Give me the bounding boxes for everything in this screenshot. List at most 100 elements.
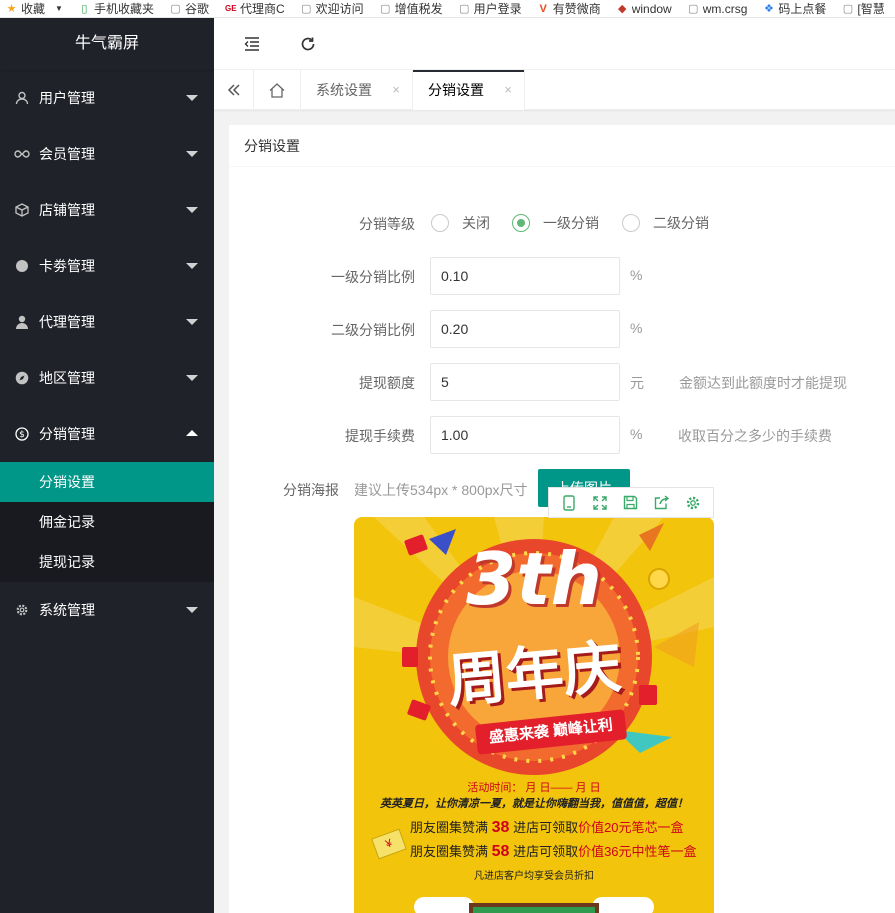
sidebar-item-system[interactable]: 系统管理 xyxy=(0,582,214,638)
chevron-down-icon xyxy=(186,263,198,269)
offer-number: 58 xyxy=(491,843,510,860)
settings-gear-icon[interactable] xyxy=(682,492,704,514)
page-icon: ▢ xyxy=(458,2,470,15)
radio-circle xyxy=(512,214,530,232)
bookmark-label: 代理商C xyxy=(239,2,285,16)
rate2-input[interactable]: 0.20 xyxy=(430,310,620,348)
bookmark-item[interactable]: ▢ 欢迎访问 xyxy=(295,0,374,17)
fee-input[interactable]: 1.00 xyxy=(430,416,620,454)
rate1-input[interactable]: 0.10 xyxy=(430,257,620,295)
tab-scroll-left-icon[interactable] xyxy=(214,70,254,110)
close-icon[interactable]: × xyxy=(504,70,512,110)
bookmark-item[interactable]: ▢ wm.crsg xyxy=(682,0,758,17)
fee-unit: % xyxy=(630,426,643,442)
bookmark-item[interactable]: ◆ window xyxy=(611,0,682,17)
save-icon[interactable] xyxy=(620,492,642,514)
radio-off[interactable]: 关闭 xyxy=(431,213,490,233)
app-logo[interactable]: 牛气霸屏 xyxy=(0,18,214,70)
dollar-icon: $ xyxy=(14,426,30,442)
bookmark-label: 欢迎访问 xyxy=(315,2,364,16)
phone-preview-icon[interactable] xyxy=(558,492,580,514)
phone-icon: ▯ xyxy=(81,2,88,15)
tab-system-settings[interactable]: 系统设置 × xyxy=(301,70,413,110)
fullscreen-icon[interactable] xyxy=(589,492,611,514)
bookmark-item[interactable]: ▢ 用户登录 xyxy=(453,0,532,17)
sidebar: 牛气霸屏 用户管理 会员管理 店铺管理 卡劵管理 代理管理 地区管理 $ 分销管… xyxy=(0,18,214,913)
withdraw-limit-hint: 金额达到此额度时才能提现 xyxy=(679,375,847,391)
star-icon: ★ xyxy=(6,2,17,15)
page-icon: ▢ xyxy=(842,2,854,15)
offer-text: 进店可领取 xyxy=(513,844,579,859)
compass-icon xyxy=(14,370,30,386)
page-icon: ▢ xyxy=(379,2,391,15)
chevron-down-icon xyxy=(186,319,198,325)
chevron-down-icon xyxy=(186,151,198,157)
card-title: 分销设置 xyxy=(229,125,895,167)
bookmark-item[interactable]: ▢ 增值税发 xyxy=(374,0,453,17)
sidebar-item-regions[interactable]: 地区管理 xyxy=(0,350,214,406)
sidebar-item-coupons[interactable]: 卡劵管理 xyxy=(0,238,214,294)
poster-footer: 凡进店客户均享受会员折扣 xyxy=(474,871,594,882)
bookmark-item[interactable]: ▯ 手机收藏夹 xyxy=(73,0,164,17)
bookmark-label: 谷歌 xyxy=(184,2,209,16)
chevron-up-icon xyxy=(186,430,198,436)
sidebar-item-label: 系统管理 xyxy=(39,602,95,618)
offer-text: 朋友圈集赞满 xyxy=(410,820,489,835)
tab-label: 分销设置 xyxy=(428,82,484,98)
radio-level-two[interactable]: 二级分销 xyxy=(622,213,709,233)
offer-text: 朋友圈集赞满 xyxy=(410,844,489,859)
bookmark-label: 收藏 xyxy=(21,2,46,16)
poster-date: 活动时间： 月 日—— 月 日 xyxy=(467,782,601,794)
top-header xyxy=(214,18,895,70)
refresh-icon[interactable] xyxy=(298,34,318,54)
sidebar-item-label: 店铺管理 xyxy=(39,202,95,218)
tab-bar: 系统设置 × 分销设置 × xyxy=(214,70,895,110)
sidebar-item-members[interactable]: 会员管理 xyxy=(0,126,214,182)
poster-3th: 3th xyxy=(466,537,602,621)
bookmark-label: 手机收藏夹 xyxy=(93,2,154,16)
sidebar-item-users[interactable]: 用户管理 xyxy=(0,70,214,126)
poster-offer-2: 朋友圈集赞满 58 进店可领取价值36元中性笔一盒 xyxy=(410,841,697,861)
withdraw-limit-unit: 元 xyxy=(630,375,644,391)
infinity-icon xyxy=(14,146,30,162)
sidebar-item-label: 会员管理 xyxy=(39,146,95,162)
bookmark-label: 用户登录 xyxy=(473,2,522,16)
chevron-down-icon xyxy=(186,95,198,101)
submenu-item-withdraw-records[interactable]: 提现记录 xyxy=(0,542,214,582)
menu-toggle-icon[interactable] xyxy=(242,34,262,54)
sidebar-item-stores[interactable]: 店铺管理 xyxy=(0,182,214,238)
sidebar-item-agents[interactable]: 代理管理 xyxy=(0,294,214,350)
offer-number: 38 xyxy=(491,819,510,836)
home-icon[interactable] xyxy=(254,70,301,110)
tab-distribution-settings[interactable]: 分销设置 × xyxy=(413,70,525,110)
share-icon[interactable] xyxy=(651,492,673,514)
chevron-down-icon xyxy=(186,375,198,381)
svg-text:$: $ xyxy=(19,430,25,440)
bookmark-label: wm.crsg xyxy=(702,1,748,16)
bookmark-label: 增值税发 xyxy=(394,2,443,16)
gear-icon xyxy=(14,602,30,618)
bookmark-item[interactable]: ❖ 码上点餐 xyxy=(757,0,836,17)
withdraw-limit-label: 提现额度 xyxy=(359,375,415,391)
sidebar-item-label: 地区管理 xyxy=(39,370,95,386)
rate1-unit: % xyxy=(630,267,643,283)
bookmark-item[interactable]: ▢ [智慧 xyxy=(836,0,894,17)
green-board xyxy=(469,903,599,913)
close-icon[interactable]: × xyxy=(392,70,400,110)
sidebar-item-distribution[interactable]: $ 分销管理 xyxy=(0,406,214,462)
bookmark-label: window xyxy=(631,1,672,16)
withdraw-limit-input[interactable]: 5 xyxy=(430,363,620,401)
bookmark-item[interactable]: V 有赞微商 xyxy=(532,0,611,17)
rate1-label: 一级分销比例 xyxy=(331,269,415,285)
bookmark-item[interactable]: ▢ 谷歌 xyxy=(164,0,219,17)
sidebar-item-label: 用户管理 xyxy=(39,90,95,106)
bookmark-item[interactable]: GE 代理商C xyxy=(219,0,295,17)
bookmark-label: [智慧 xyxy=(857,2,885,16)
submenu-item-commission-records[interactable]: 佣金记录 xyxy=(0,502,214,542)
poster-board xyxy=(414,889,654,913)
radio-label: 关闭 xyxy=(462,215,490,231)
radio-level-one[interactable]: 一级分销 xyxy=(512,213,599,233)
bookmark-favorites[interactable]: ★ 收藏 ▼ xyxy=(0,0,73,17)
person-icon xyxy=(14,314,30,330)
tab-label: 系统设置 xyxy=(316,82,372,98)
